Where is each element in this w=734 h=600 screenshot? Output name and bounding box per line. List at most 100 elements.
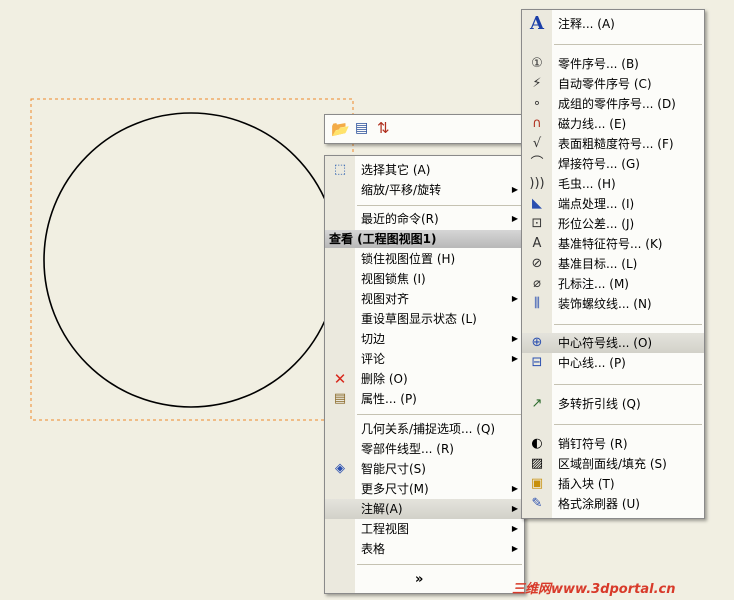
pin-folder-icon[interactable]: 📂 xyxy=(331,120,350,138)
annotation-item-stacked-balloon[interactable]: ∘ 成组的零件序号... (D) xyxy=(522,94,704,114)
dowel-pin-icon: ◐ xyxy=(531,436,543,451)
menu-item-delete[interactable]: ✕ 删除 (O) xyxy=(325,369,524,389)
menu-item-view-focus[interactable]: 视图锁焦 (I) xyxy=(325,269,524,289)
swap-icon[interactable]: ⇅ xyxy=(377,119,390,137)
annotation-item-caterpillar[interactable]: ))) 毛虫... (H) xyxy=(522,174,704,194)
annotation-item-format-painter[interactable]: ✎ 格式涂刷器 (U) xyxy=(522,494,704,514)
menu-item-comment[interactable]: 评论 ▶ xyxy=(325,349,524,369)
watermark: 三维网www.3dportal.cn xyxy=(512,582,676,597)
menu-item-label: 销钉符号 (R) xyxy=(558,437,628,451)
menu-item-view-align[interactable]: 视图对齐 ▶ xyxy=(325,289,524,309)
menu-item-label: 缩放/平移/旋转 xyxy=(361,183,442,197)
annotation-item-datum-target[interactable]: ⊘ 基准目标... (L) xyxy=(522,254,704,274)
menu-item-label: 焊接符号... (G) xyxy=(558,157,640,171)
context-toolbar: 📂 ▤ ⇅ xyxy=(324,114,526,144)
annotation-item-insert-block[interactable]: ▣ 插入块 (T) xyxy=(522,474,704,494)
menu-item-relations-snaps[interactable]: 几何关系/捕捉选项... (Q) xyxy=(325,419,524,439)
annotation-item-datum-feature[interactable]: A 基准特征符号... (K) xyxy=(522,234,704,254)
annotation-item-geometric-tolerance[interactable]: ⊡ 形位公差... (J) xyxy=(522,214,704,234)
expand-menu-icon[interactable]: » xyxy=(415,572,423,587)
menu-item-tables[interactable]: 表格 ▶ xyxy=(325,539,524,559)
insert-block-icon: ▣ xyxy=(530,476,544,491)
menu-section-header-label: 查看 (工程图视图1) xyxy=(329,232,437,246)
menu-item-label: 最近的命令(R) xyxy=(361,212,439,226)
submenu-arrow-icon: ▶ xyxy=(511,334,518,343)
menu-item-label: 毛虫... (H) xyxy=(558,177,616,191)
sketch-circle[interactable] xyxy=(43,112,339,408)
menu-item-label: 装饰螺纹线... (N) xyxy=(558,297,652,311)
menu-item-reset-sketch[interactable]: 重设草图显示状态 (L) xyxy=(325,309,524,329)
menu-item-properties[interactable]: ▤ 属性... (P) xyxy=(325,389,524,409)
menu-item-label: 基准目标... (L) xyxy=(558,257,638,271)
annotation-item-area-hatch[interactable]: ▨ 区域剖面线/填充 (S) xyxy=(522,454,704,474)
menu-item-label: 表格 xyxy=(361,542,386,556)
submenu-arrow-icon: ▶ xyxy=(511,354,518,363)
delete-icon: ✕ xyxy=(333,370,347,388)
menu-item-zoom-pan-rotate[interactable]: 缩放/平移/旋转 ▶ xyxy=(325,180,524,200)
datum-target-icon: ⊘ xyxy=(531,256,543,271)
submenu-arrow-icon: ▶ xyxy=(511,504,518,513)
menu-item-label: 重设草图显示状态 (L) xyxy=(361,312,477,326)
menu-item-select-other[interactable]: ⬚ 选择其它 (A) xyxy=(325,160,524,180)
annotation-item-surface-finish[interactable]: √ 表面粗糙度符号... (F) xyxy=(522,134,704,154)
menu-item-annotations[interactable]: 注解(A) ▶ xyxy=(325,499,524,519)
menu-item-label: 磁力线... (E) xyxy=(558,117,627,131)
menu-separator xyxy=(357,205,522,206)
menu-item-label: 属性... (P) xyxy=(361,392,417,406)
annotation-item-cosmetic-thread[interactable]: ⫼ 装饰螺纹线... (N) xyxy=(522,294,704,314)
annotation-item-multi-jog-leader[interactable]: ↗ 多转折引线 (Q) xyxy=(522,394,704,414)
menu-item-label: 更多尺寸(M) xyxy=(361,482,429,496)
center-mark-icon: ⊕ xyxy=(531,335,543,350)
annotation-item-weld-symbol[interactable]: ⌒ 焊接符号... (G) xyxy=(522,154,704,174)
menu-separator xyxy=(554,384,702,385)
annotation-item-dowel-pin[interactable]: ◐ 销钉符号 (R) xyxy=(522,434,704,454)
end-treatment-icon: ◣ xyxy=(532,196,542,211)
menu-item-label: 表面粗糙度符号... (F) xyxy=(558,137,674,151)
menu-item-label: 几何关系/捕捉选项... (Q) xyxy=(361,422,496,436)
auto-balloon-icon: ⚡ xyxy=(532,76,542,91)
annotation-item-center-mark[interactable]: ⊕ 中心符号线... (O) xyxy=(522,333,704,353)
menu-item-drawing-views[interactable]: 工程视图 ▶ xyxy=(325,519,524,539)
menu-item-smart-dimension[interactable]: ◈ 智能尺寸(S) xyxy=(325,459,524,479)
menu-item-tangent-edge[interactable]: 切边 ▶ xyxy=(325,329,524,349)
area-hatch-icon: ▨ xyxy=(530,456,544,471)
weld-symbol-icon: ⌒ xyxy=(530,156,544,171)
annotation-item-magnetic-line[interactable]: ∩ 磁力线... (E) xyxy=(522,114,704,134)
stacked-balloon-icon: ∘ xyxy=(532,96,542,111)
menu-item-more-dimensions[interactable]: 更多尺寸(M) ▶ xyxy=(325,479,524,499)
menu-section-header: 查看 (工程图视图1) xyxy=(325,230,524,248)
annotation-item-end-treatment[interactable]: ◣ 端点处理... (I) xyxy=(522,194,704,214)
submenu-arrow-icon: ▶ xyxy=(511,294,518,303)
annotation-item-auto-balloon[interactable]: ⚡ 自动零件序号 (C) xyxy=(522,74,704,94)
menu-item-lock-view[interactable]: 锁住视图位置 (H) xyxy=(325,249,524,269)
centerline-icon: ⊟ xyxy=(531,355,543,370)
surface-finish-icon: √ xyxy=(532,136,542,151)
annotation-item-balloon[interactable]: ① 零件序号... (B) xyxy=(522,54,704,74)
menu-item-label: 注释... (A) xyxy=(558,17,615,31)
drawing-view-boundary[interactable] xyxy=(30,98,354,421)
grid-icon[interactable]: ▤ xyxy=(355,120,368,136)
submenu-arrow-icon: ▶ xyxy=(511,214,518,223)
menu-item-label: 格式涂刷器 (U) xyxy=(558,497,640,511)
menu-item-label: 零部件线型... (R) xyxy=(361,442,454,456)
menu-item-label: 切边 xyxy=(361,332,386,346)
menu-separator xyxy=(554,424,702,425)
submenu-arrow-icon: ▶ xyxy=(511,185,518,194)
submenu-arrow-icon: ▶ xyxy=(511,524,518,533)
annotation-item-centerline[interactable]: ⊟ 中心线... (P) xyxy=(522,353,704,373)
menu-separator xyxy=(357,564,522,565)
menu-item-label: 成组的零件序号... (D) xyxy=(558,97,676,111)
submenu-arrow-icon: ▶ xyxy=(511,484,518,493)
annotation-item-note[interactable]: A 注释... (A) xyxy=(522,14,704,34)
menu-item-component-linestyle[interactable]: 零部件线型... (R) xyxy=(325,439,524,459)
menu-item-label: 注解(A) xyxy=(361,502,403,516)
menu-item-label: 视图锁焦 (I) xyxy=(361,272,426,286)
menu-item-recent-commands[interactable]: 最近的命令(R) ▶ xyxy=(325,209,524,229)
annotation-item-hole-callout[interactable]: ⌀ 孔标注... (M) xyxy=(522,274,704,294)
properties-icon: ▤ xyxy=(333,391,347,406)
menu-item-label: 孔标注... (M) xyxy=(558,277,629,291)
menu-item-label: 形位公差... (J) xyxy=(558,217,635,231)
menu-item-label: 工程视图 xyxy=(361,522,410,536)
annotation-submenu: A 注释... (A) ① 零件序号... (B) ⚡ 自动零件序号 (C) ∘ 成组的零件序… xyxy=(521,9,705,519)
menu-item-label: 评论 xyxy=(361,352,386,366)
